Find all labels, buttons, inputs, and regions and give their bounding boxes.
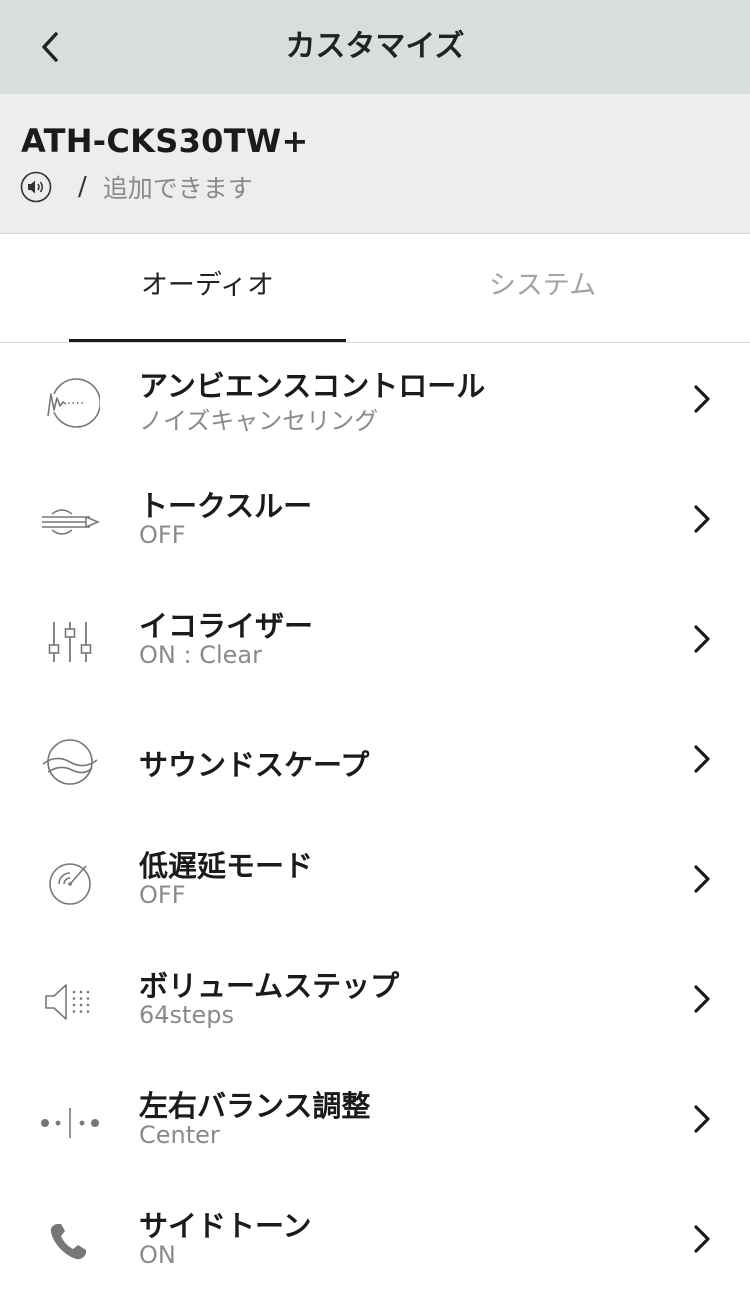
- add-hint-text: 追加できます: [103, 169, 253, 205]
- item-title: トークスルー: [139, 483, 312, 525]
- chevron-right-icon: [688, 1221, 716, 1257]
- chevron-left-icon: [26, 22, 76, 72]
- item-subtitle: Center: [139, 1121, 220, 1149]
- list-item-talk-through[interactable]: トークスルー OFF: [0, 463, 750, 583]
- item-title: サイドトーン: [139, 1203, 312, 1245]
- speaker-icon[interactable]: [20, 171, 52, 203]
- page-title: カスタマイズ: [0, 0, 750, 94]
- list-item-soundscape[interactable]: サウンドスケープ: [0, 703, 750, 823]
- list-item-volume-step[interactable]: ボリュームステップ 64steps: [0, 943, 750, 1063]
- low-latency-icon: [40, 852, 100, 912]
- item-title: イコライザー: [139, 603, 313, 645]
- chevron-right-icon: [688, 861, 716, 897]
- list-item-sidetone[interactable]: サイドトーン ON: [0, 1183, 750, 1299]
- phone-icon: [40, 1212, 100, 1272]
- chevron-right-icon: [688, 381, 716, 417]
- active-tab-indicator: [69, 339, 346, 342]
- balance-icon: [40, 1092, 100, 1152]
- item-subtitle: OFF: [139, 521, 186, 549]
- equalizer-icon: [40, 612, 100, 672]
- tab-bar: オーディオ システム: [0, 234, 750, 343]
- chevron-right-icon: [688, 981, 716, 1017]
- item-title: アンビエンスコントロール: [139, 363, 485, 405]
- list-item-equalizer[interactable]: イコライザー ON : Clear: [0, 583, 750, 703]
- item-subtitle: OFF: [139, 881, 186, 909]
- device-header: ATH-CKS30TW+ / 追加できます: [0, 94, 750, 234]
- chevron-right-icon: [688, 1101, 716, 1137]
- list-item-low-latency[interactable]: 低遅延モード OFF: [0, 823, 750, 943]
- tab-system[interactable]: システム: [404, 234, 681, 342]
- device-name: ATH-CKS30TW+: [21, 122, 309, 160]
- tab-audio[interactable]: オーディオ: [69, 234, 346, 342]
- item-title: 低遅延モード: [139, 843, 313, 885]
- list-item-balance[interactable]: 左右バランス調整 Center: [0, 1063, 750, 1183]
- item-subtitle: 64steps: [139, 1001, 234, 1029]
- item-subtitle: ON : Clear: [139, 641, 262, 669]
- item-subtitle: ノイズキャンセリング: [139, 401, 378, 436]
- item-title: ボリュームステップ: [139, 963, 399, 1005]
- list-item-ambient-control[interactable]: アンビエンスコントロール ノイズキャンセリング: [0, 343, 750, 463]
- item-subtitle: ON: [139, 1241, 176, 1269]
- ambient-control-icon: [40, 372, 100, 432]
- volume-step-icon: [40, 972, 100, 1032]
- back-button[interactable]: [26, 22, 76, 72]
- talk-through-icon: [40, 492, 100, 552]
- chevron-right-icon: [688, 501, 716, 537]
- chevron-right-icon: [688, 741, 716, 777]
- separator-slash: /: [78, 172, 87, 202]
- item-title: サウンドスケープ: [139, 742, 369, 784]
- device-status-line: / 追加できます: [20, 170, 253, 204]
- navigation-bar: カスタマイズ: [0, 0, 750, 94]
- soundscape-icon: [40, 732, 100, 792]
- item-title: 左右バランス調整: [139, 1083, 370, 1125]
- chevron-right-icon: [688, 621, 716, 657]
